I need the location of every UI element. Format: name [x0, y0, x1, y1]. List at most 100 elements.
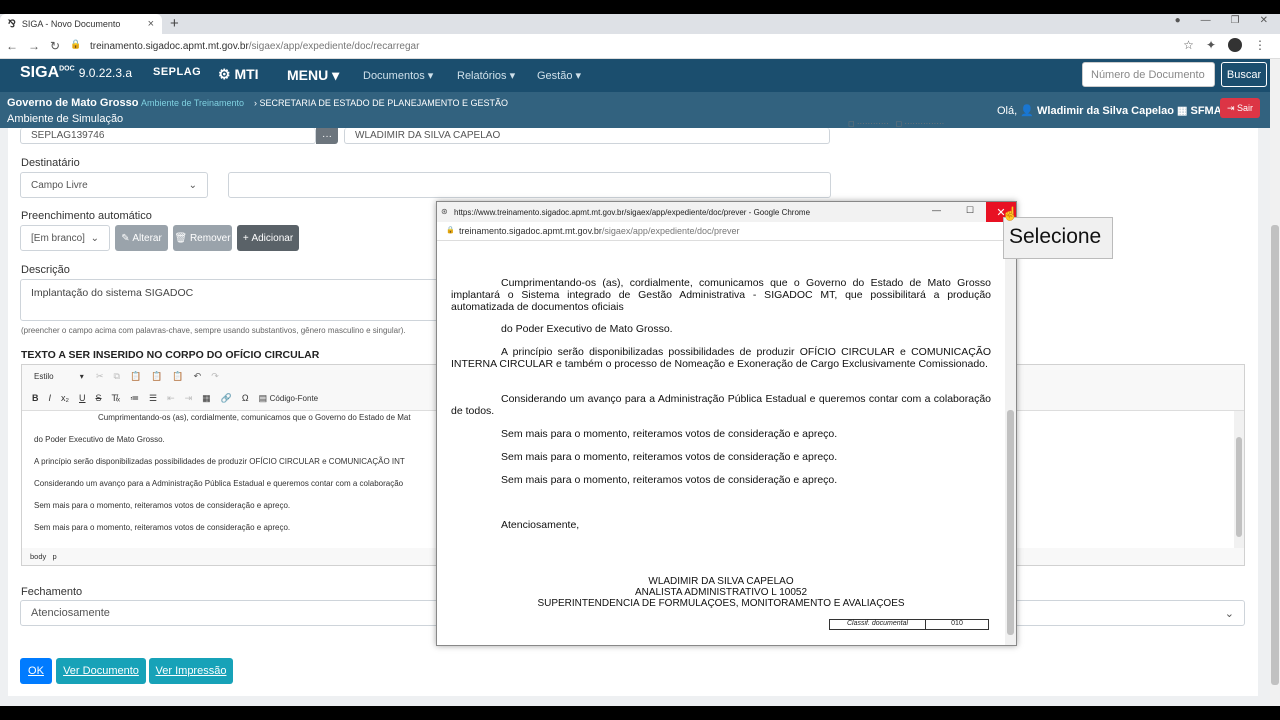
- undo-icon[interactable]: ↶: [194, 371, 202, 382]
- destinatario-select[interactable]: Campo Livre ⌄: [20, 172, 208, 198]
- ver-documento-button[interactable]: Ver Documento: [56, 658, 146, 684]
- nav-relatorios[interactable]: Relatórios ▾: [457, 69, 515, 82]
- editor-scroll-thumb[interactable]: [1236, 437, 1242, 537]
- popup-url-path: /sigaex/app/expediente/doc/prever: [601, 226, 740, 236]
- alterar-button[interactable]: ✎ Alterar: [115, 225, 168, 251]
- restore-icon[interactable]: ❐: [1231, 15, 1240, 26]
- popup-maximize-icon[interactable]: ☐: [966, 205, 974, 216]
- destinatario-text-input[interactable]: [228, 172, 831, 198]
- ver-impressao-button[interactable]: Ver Impressão: [149, 658, 233, 684]
- avatar[interactable]: [1228, 38, 1242, 52]
- browser-tab[interactable]: ⅋ SIGA - Novo Documento ×: [0, 14, 162, 34]
- preview-paragraph: Sem mais para o momento, reiteramos voto…: [501, 451, 838, 463]
- kebab-menu-icon[interactable]: ⋮: [1254, 38, 1266, 52]
- editor-line: Sem mais para o momento, reiteramos voto…: [34, 523, 291, 532]
- preenchimento-select[interactable]: [Em branco] ⌄: [20, 225, 110, 251]
- tooltip: Selecione: [1003, 217, 1113, 259]
- fechamento-label: Fechamento: [21, 586, 83, 598]
- menu-button[interactable]: MENU ▾: [287, 67, 339, 84]
- env-label: Ambiente de Simulação: [7, 113, 124, 125]
- source-code-button[interactable]: ▤ Código-Fonte: [259, 393, 319, 404]
- forward-icon[interactable]: →: [28, 39, 40, 53]
- strikethrough-icon[interactable]: S: [96, 393, 102, 404]
- brand-sup: DOC: [59, 65, 75, 73]
- popup-scroll-thumb[interactable]: [1007, 410, 1014, 635]
- editor-line: Considerando um avanço para a Administra…: [34, 479, 404, 488]
- paste-icon[interactable]: 📋: [130, 371, 141, 382]
- chevron-down-icon: ⌄: [188, 179, 197, 191]
- editor-line: Cumprimentando-os (as), cordialmente, co…: [98, 413, 411, 422]
- lookup-button[interactable]: ···: [316, 128, 338, 144]
- close-window-icon[interactable]: ✕: [1260, 15, 1268, 26]
- lock-icon: 🔒: [446, 227, 455, 234]
- italic-icon[interactable]: I: [49, 393, 52, 404]
- alterar-label: Alterar: [132, 232, 162, 244]
- back-icon[interactable]: ←: [6, 39, 18, 53]
- nav-gestao[interactable]: Gestão ▾: [537, 69, 581, 82]
- numbered-list-icon[interactable]: ≔: [130, 393, 139, 404]
- classif-label: Classif. documental: [830, 620, 926, 629]
- chevron-down-icon: ⌄: [90, 232, 99, 244]
- tab-close-icon[interactable]: ×: [148, 18, 154, 30]
- underline-icon[interactable]: U: [79, 393, 86, 404]
- minimize-icon[interactable]: —: [1201, 15, 1211, 26]
- classification-box: Classif. documental 010: [829, 619, 989, 630]
- siga-logo[interactable]: SIGADOC 9.0.22.3.a: [20, 64, 132, 82]
- remover-button[interactable]: 🗑 Remover: [173, 225, 232, 251]
- estilo-dropdown[interactable]: Estilo ▾: [34, 372, 84, 381]
- profile-menu-icon[interactable]: ●: [1175, 15, 1181, 26]
- path-body[interactable]: body: [30, 552, 46, 561]
- nav-documentos[interactable]: Documentos ▾: [363, 69, 433, 82]
- reload-icon[interactable]: ↻: [50, 39, 60, 53]
- copy-icon[interactable]: ⧉: [114, 371, 120, 382]
- descricao-hint: (preencher o campo acima com palavras-ch…: [21, 326, 406, 335]
- table-icon[interactable]: ▦: [202, 393, 211, 404]
- user-name: Wladimir da Silva Capelao: [1037, 105, 1174, 117]
- editor-line: A princípio serão disponibilizadas possi…: [34, 457, 405, 466]
- omega-icon[interactable]: Ω: [242, 393, 249, 404]
- fechamento-value: Atenciosamente: [31, 607, 110, 619]
- bookmark-star-icon[interactable]: ☆: [1183, 38, 1194, 52]
- new-tab-icon[interactable]: +: [170, 15, 179, 32]
- document-number-input[interactable]: Número de Documento: [1082, 62, 1215, 87]
- link-icon[interactable]: 🔗: [221, 393, 232, 404]
- subscript-icon[interactable]: x₂: [61, 393, 69, 404]
- cut-icon[interactable]: ✂: [96, 371, 104, 382]
- extensions-icon[interactable]: ✦: [1206, 38, 1216, 52]
- env-link[interactable]: Ambiente de Treinamento: [141, 98, 244, 108]
- logout-icon: ⇥: [1226, 102, 1235, 113]
- preview-paragraph: Sem mais para o momento, reiteramos voto…: [501, 428, 838, 440]
- preview-closing: Atenciosamente,: [501, 519, 580, 531]
- nome-field[interactable]: WLADIMIR DA SILVA CAPELAO: [344, 128, 830, 144]
- search-button[interactable]: Buscar: [1221, 62, 1267, 87]
- path-p[interactable]: p: [53, 552, 57, 561]
- url-field[interactable]: treinamento.sigadoc.apmt.mt.gov.br/sigae…: [90, 41, 419, 52]
- texto-label: TEXTO A SER INSERIDO NO CORPO DO OFÍCIO …: [21, 349, 320, 361]
- lock-icon: 🔒: [70, 39, 82, 49]
- popup-window-controls: — ☐: [932, 205, 974, 216]
- ok-button[interactable]: OK: [20, 658, 52, 684]
- screen-bottom-border: [0, 706, 1280, 720]
- paste-word-icon[interactable]: 📋: [172, 371, 183, 382]
- popup-titlebar[interactable]: https://www.treinamento.sigadoc.apmt.mt.…: [437, 202, 1016, 222]
- indent-icon[interactable]: ⇥: [185, 393, 193, 404]
- bullet-list-icon[interactable]: ☰: [149, 393, 157, 404]
- logout-button[interactable]: ⇥ Sair: [1220, 98, 1260, 118]
- redo-icon[interactable]: ↷: [211, 371, 219, 382]
- source-label: Código-Fonte: [269, 394, 319, 403]
- tab-strip: [0, 14, 1280, 34]
- popup-minimize-icon[interactable]: —: [932, 205, 941, 216]
- adicionar-button[interactable]: + Adicionar: [237, 225, 299, 251]
- matricula-field[interactable]: SEPLAG139746: [20, 128, 316, 144]
- checkbox-area[interactable]: ◻ ············ ◻ ···············: [848, 119, 944, 128]
- paste-text-icon[interactable]: 📋: [151, 371, 162, 382]
- descricao-textarea[interactable]: Implantação do sistema SIGADOC: [20, 279, 440, 321]
- source-icon: ▤: [258, 393, 268, 403]
- user-unit: SFMA: [1190, 105, 1222, 117]
- outdent-icon[interactable]: ⇤: [167, 393, 175, 404]
- descricao-label: Descrição: [21, 264, 70, 276]
- page-scroll-thumb[interactable]: [1271, 225, 1279, 685]
- bold-icon[interactable]: B: [32, 393, 39, 404]
- app-version: 9.0.22.3.a: [78, 66, 133, 80]
- remove-format-icon[interactable]: T̸ₓ: [112, 393, 120, 404]
